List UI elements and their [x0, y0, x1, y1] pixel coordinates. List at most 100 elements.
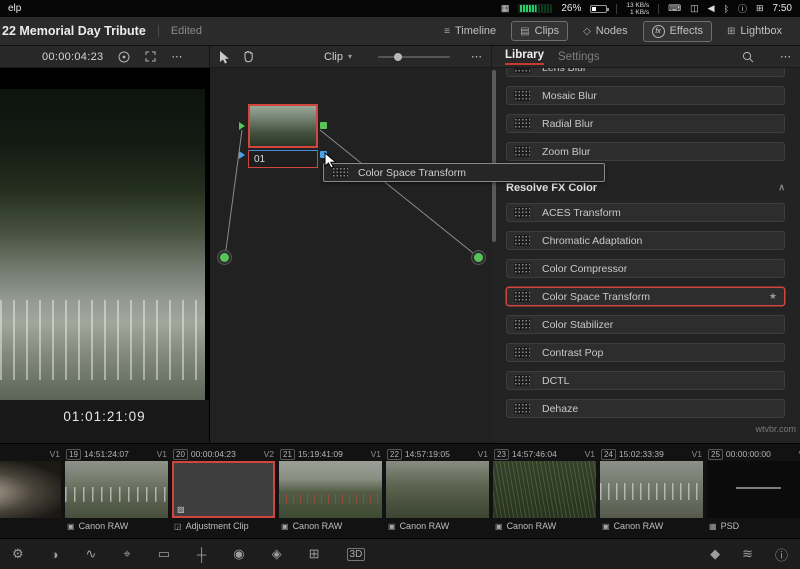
fx-item-color-compressor[interactable]: Color Compressor — [506, 259, 785, 278]
key-input-triangle[interactable] — [239, 151, 245, 159]
viewer-timecode: 00:00:04:23 — [42, 50, 104, 63]
fx-item-color-space-transform[interactable]: Color Space Transform ★ — [506, 287, 785, 306]
keyframes-icon[interactable]: ◆ — [710, 546, 720, 562]
library-scrollbar[interactable] — [492, 70, 496, 242]
timeline-clip[interactable]: 23 14:57:46:04 V1 ▣ Canon RAW — [493, 447, 596, 534]
fx-item-radial-blur[interactable]: Radial Blur — [506, 114, 785, 133]
timeline-button[interactable]: ≡ Timeline — [436, 22, 504, 40]
clip-number: 19 — [66, 448, 81, 460]
hand-tool-icon[interactable] — [242, 50, 254, 63]
clip-thumbnail[interactable] — [707, 461, 800, 518]
fx-item-mosaic-blur[interactable]: Mosaic Blur — [506, 86, 785, 105]
network-throughput[interactable]: 13 KB/s 1 KB/s — [626, 2, 649, 16]
effects-button[interactable]: fx Effects — [642, 20, 713, 42]
timeline-clip[interactable]: 25 00:00:00:00 V1 ▦ PSD — [707, 447, 800, 534]
blur-icon[interactable]: ◉ — [233, 546, 244, 562]
sizing-icon[interactable]: ⊞ — [309, 546, 320, 562]
search-icon[interactable] — [742, 51, 754, 63]
display-grid-icon[interactable]: ▦ — [501, 3, 510, 14]
expand-viewer-icon[interactable] — [145, 51, 156, 62]
tab-settings[interactable]: Settings — [558, 51, 600, 63]
clip-thumbnail[interactable] — [65, 461, 168, 518]
screen-mirroring-icon[interactable]: ◫ — [690, 3, 699, 14]
clip-timecode: 14:51:24:07 — [83, 449, 129, 459]
network-down: 1 KB/s — [629, 8, 650, 16]
clip-format-label: Adjustment Clip — [185, 521, 249, 531]
clip-mode-label: Clip — [324, 50, 343, 63]
clips-button[interactable]: ▤ Clips — [511, 21, 569, 41]
power-window-icon[interactable]: ▭ — [158, 546, 170, 562]
settings-icon[interactable]: ⚙ — [12, 546, 24, 562]
help-circle-icon[interactable]: ⓘ — [738, 2, 747, 15]
color-wheels-icon[interactable]: ◑ — [51, 547, 59, 562]
qualifier-icon[interactable]: ⌖ — [123, 546, 130, 562]
fx-item-dctl[interactable]: DCTL — [506, 371, 785, 390]
info-icon[interactable]: ⓘ — [775, 545, 788, 564]
keyboard-input-icon[interactable]: ⌨ — [668, 3, 681, 14]
menubar-clock[interactable]: 7:50 — [773, 3, 792, 14]
viewer-options-icon[interactable]: ⋯ — [171, 50, 182, 63]
color-wheel-icon[interactable] — [118, 51, 130, 63]
corrector-node-01[interactable]: 01 — [239, 104, 327, 168]
fx-item-color-stabilizer[interactable]: Color Stabilizer — [506, 315, 785, 334]
clip-mode-dropdown[interactable]: Clip ▾ — [324, 51, 352, 63]
key-icon[interactable]: ◈ — [272, 546, 282, 562]
clip-thumbnail[interactable] — [0, 461, 61, 518]
timeline-clip-selected[interactable]: 20 00:00:04:23 V2 ▨ ◲ Adjustment Clip — [172, 447, 275, 534]
fx-label: Color Stabilizer — [542, 318, 614, 331]
canon-raw-icon: ▣ — [67, 521, 75, 531]
output-node-dot[interactable] — [474, 253, 483, 262]
zoom-blur-icon — [514, 146, 530, 157]
menubar-divider — [658, 3, 660, 14]
fx-item-aces-transform[interactable]: ACES Transform — [506, 203, 785, 222]
clip-timecode: 15:19:41:09 — [297, 449, 343, 459]
clip-thumbnail[interactable] — [386, 461, 489, 518]
source-node-dot[interactable] — [220, 253, 229, 262]
clip-thumbnail[interactable] — [279, 461, 382, 518]
clip-track: V2 — [263, 449, 274, 459]
lightbox-button[interactable]: ⊞ Lightbox — [719, 22, 790, 40]
viewer-image[interactable] — [0, 68, 210, 400]
color-stabilizer-icon — [514, 319, 530, 330]
fx-item-chromatic-adaptation[interactable]: Chromatic Adaptation — [506, 231, 785, 250]
viewer-panel: 00:00:04:23 ⋯ 01:01:21:09 — [0, 46, 210, 443]
clip-thumbnail[interactable] — [600, 461, 703, 518]
timeline-clip[interactable]: 19 14:51:24:07 V1 ▣ Canon RAW — [65, 447, 168, 534]
slider-knob[interactable] — [393, 52, 402, 61]
fx-item-zoom-blur[interactable]: Zoom Blur — [506, 142, 785, 161]
bluetooth-icon[interactable]: ᛒ — [724, 4, 729, 14]
node-zoom-slider[interactable] — [377, 52, 450, 62]
fx-item-dehaze[interactable]: Dehaze — [506, 399, 785, 418]
aces-transform-icon — [514, 207, 530, 218]
scopes-icon[interactable]: ≋ — [742, 546, 753, 562]
nodes-icon: ◇ — [583, 25, 591, 37]
rgb-input-triangle[interactable] — [239, 122, 245, 130]
adjustment-clip-thumbnail[interactable]: ▨ — [172, 461, 275, 518]
collapse-chevron-icon[interactable]: ∧ — [778, 182, 785, 193]
node-options-icon[interactable]: ⋯ — [471, 50, 482, 63]
timeline-clip[interactable]: 24 15:02:33:39 V1 ▣ Canon RAW — [600, 447, 703, 534]
favorite-star-icon[interactable]: ★ — [769, 291, 777, 302]
control-center-icon[interactable]: ⊞ — [756, 3, 764, 14]
fx-item-lens-blur[interactable]: Lens Blur — [506, 68, 785, 77]
fx-item-contrast-pop[interactable]: Contrast Pop — [506, 343, 785, 362]
tab-library[interactable]: Library — [505, 49, 544, 65]
clip-track: V1 — [156, 449, 167, 459]
curves-icon[interactable]: ∿ — [86, 546, 97, 562]
timeline-clip[interactable]: 6:21:01:22 V1 AW — [0, 447, 61, 534]
help-menu[interactable]: elp — [8, 3, 21, 14]
timeline-clip[interactable]: 21 15:19:41:09 V1 ▣ Canon RAW — [279, 447, 382, 534]
timeline-clip[interactable]: 22 14:57:19:05 V1 ▣ Canon RAW — [386, 447, 489, 534]
volume-icon[interactable]: ◀ — [708, 3, 715, 14]
tracker-icon[interactable]: ┼ — [197, 547, 206, 562]
nodes-button[interactable]: ◇ Nodes — [575, 22, 636, 40]
rgb-output-square[interactable] — [320, 122, 327, 129]
clip-thumbnail[interactable] — [493, 461, 596, 518]
fx-label: Mosaic Blur — [542, 89, 597, 102]
library-options-icon[interactable]: ⋯ — [780, 50, 791, 63]
stereo-3d-icon[interactable]: 3D — [346, 547, 366, 561]
effects-label: Effects — [669, 25, 704, 37]
fx-label: Color Space Transform — [542, 290, 650, 303]
pointer-tool-icon[interactable] — [219, 50, 230, 64]
node-graph[interactable]: 01 Color Space Transform — [210, 68, 605, 443]
